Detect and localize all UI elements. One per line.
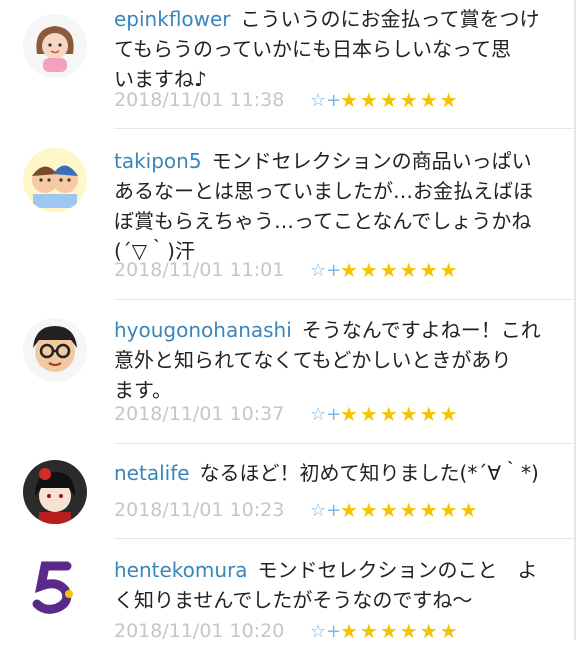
avatar[interactable] — [23, 318, 87, 382]
divider — [114, 299, 576, 300]
avatar[interactable] — [23, 14, 87, 78]
star-rating: ★★★★★★ — [340, 402, 460, 426]
comment-meta: 2018/11/01 10:37 ☆+ ★★★★★★ — [114, 400, 460, 428]
comment-text: hentekomura モンドセレクションのこと よく知りませんでしたがそうなので… — [114, 558, 538, 612]
avatar-netalife-icon — [23, 460, 87, 524]
avatar-epinkflower-icon — [23, 14, 87, 78]
username-link[interactable]: takipon5 — [114, 149, 202, 173]
star-rating: ★★★★★★★ — [340, 498, 480, 522]
timestamp: 2018/11/01 10:23 — [114, 499, 285, 521]
comment-meta: 2018/11/01 11:38 ☆+ ★★★★★★ — [114, 86, 460, 114]
comment-body: epinkflower こういうのにお金払って賞をつけ てもらうのっていかにも日本ら… — [114, 4, 558, 94]
comment-text: takipon5 モンドセレクションの商品いっぱい あるなーとは思っていましたが…お… — [114, 149, 533, 263]
comment-body: takipon5 モンドセレクションの商品いっぱい あるなーとは思っていましたが…お… — [114, 146, 558, 266]
username-link[interactable]: hyougonohanashi — [114, 318, 292, 342]
comment-meta: 2018/11/01 10:23 ☆+ ★★★★★★★ — [114, 496, 480, 524]
comment-meta: 2018/11/01 10:20 ☆+ ★★★★★★ — [114, 617, 460, 645]
username-link[interactable]: netalife — [114, 461, 190, 485]
comment-body: hentekomura モンドセレクションのこと よく知りませんでしたがそうなので… — [114, 555, 558, 615]
star-rating: ★★★★★★ — [340, 258, 460, 282]
add-star-icon[interactable]: ☆+ — [310, 90, 341, 111]
comment-text: hyougonohanashi そうなんですよねー！これ 意外と知られてなくてもどか… — [114, 318, 541, 402]
comment-meta: 2018/11/01 11:01 ☆+ ★★★★★★ — [114, 256, 460, 284]
avatar[interactable] — [23, 556, 87, 620]
divider — [114, 538, 576, 539]
add-star-icon[interactable]: ☆+ — [310, 621, 341, 642]
timestamp: 2018/11/01 10:20 — [114, 620, 285, 642]
avatar-hyougonohanashi-icon — [23, 318, 87, 382]
avatar-takipon5-icon — [23, 148, 87, 212]
comment-body: hyougonohanashi そうなんですよねー！これ 意外と知られてなくてもどか… — [114, 315, 558, 405]
add-star-icon[interactable]: ☆+ — [310, 260, 341, 281]
username-link[interactable]: hentekomura — [114, 558, 248, 582]
add-star-icon[interactable]: ☆+ — [310, 500, 341, 521]
timestamp: 2018/11/01 11:38 — [114, 89, 285, 111]
comment-text: netalife なるほど！初めて知りました(*´∀｀*) — [114, 461, 539, 485]
avatar[interactable] — [23, 148, 87, 212]
comment-text: epinkflower こういうのにお金払って賞をつけ てもらうのっていかにも日本ら… — [114, 7, 540, 91]
star-rating: ★★★★★★ — [340, 88, 460, 112]
comment-body: netalife なるほど！初めて知りました(*´∀｀*) — [114, 458, 558, 488]
avatar[interactable] — [23, 460, 87, 524]
avatar-hentekomura-icon — [23, 556, 87, 620]
star-rating: ★★★★★★ — [340, 619, 460, 643]
username-link[interactable]: epinkflower — [114, 7, 231, 31]
divider — [114, 128, 576, 129]
add-star-icon[interactable]: ☆+ — [310, 404, 341, 425]
timestamp: 2018/11/01 10:37 — [114, 403, 285, 425]
divider — [114, 443, 576, 444]
timestamp: 2018/11/01 11:01 — [114, 259, 285, 281]
